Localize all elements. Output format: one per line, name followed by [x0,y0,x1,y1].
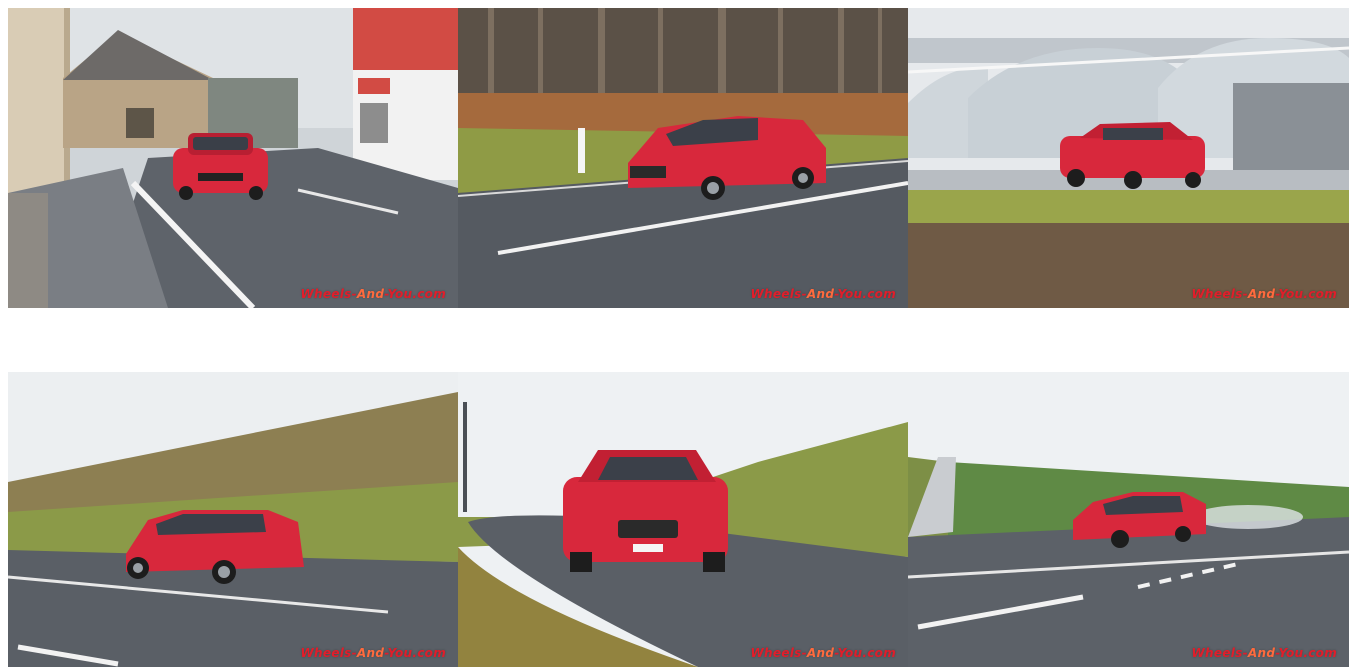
photo-image [8,8,458,308]
gallery-photo-6[interactable]: Wheels-And-You.com [908,372,1349,667]
watermark-text: Wheels-And-You.com [1191,646,1337,660]
photo-image [908,8,1349,308]
watermark-text: Wheels-And-You.com [750,646,896,660]
watermark-text: Wheels-And-You.com [1191,287,1337,301]
photo-image [458,372,908,667]
photo-gallery: Wheels-And-You.com Wheels-And-You.com Wh… [8,8,1349,667]
watermark-text: Wheels-And-You.com [300,287,446,301]
gallery-photo-1[interactable]: Wheels-And-You.com [8,8,458,308]
watermark-text: Wheels-And-You.com [750,287,896,301]
gallery-photo-4[interactable]: Wheels-And-You.com [8,372,458,667]
photo-image [908,372,1349,667]
photo-image [8,372,458,667]
gallery-photo-2[interactable]: Wheels-And-You.com [458,8,908,308]
watermark-text: Wheels-And-You.com [300,646,446,660]
photo-image [458,8,908,308]
car-graphic [563,450,728,572]
gallery-photo-5[interactable]: Wheels-And-You.com [458,372,908,667]
gallery-photo-3[interactable]: Wheels-And-You.com [908,8,1349,308]
